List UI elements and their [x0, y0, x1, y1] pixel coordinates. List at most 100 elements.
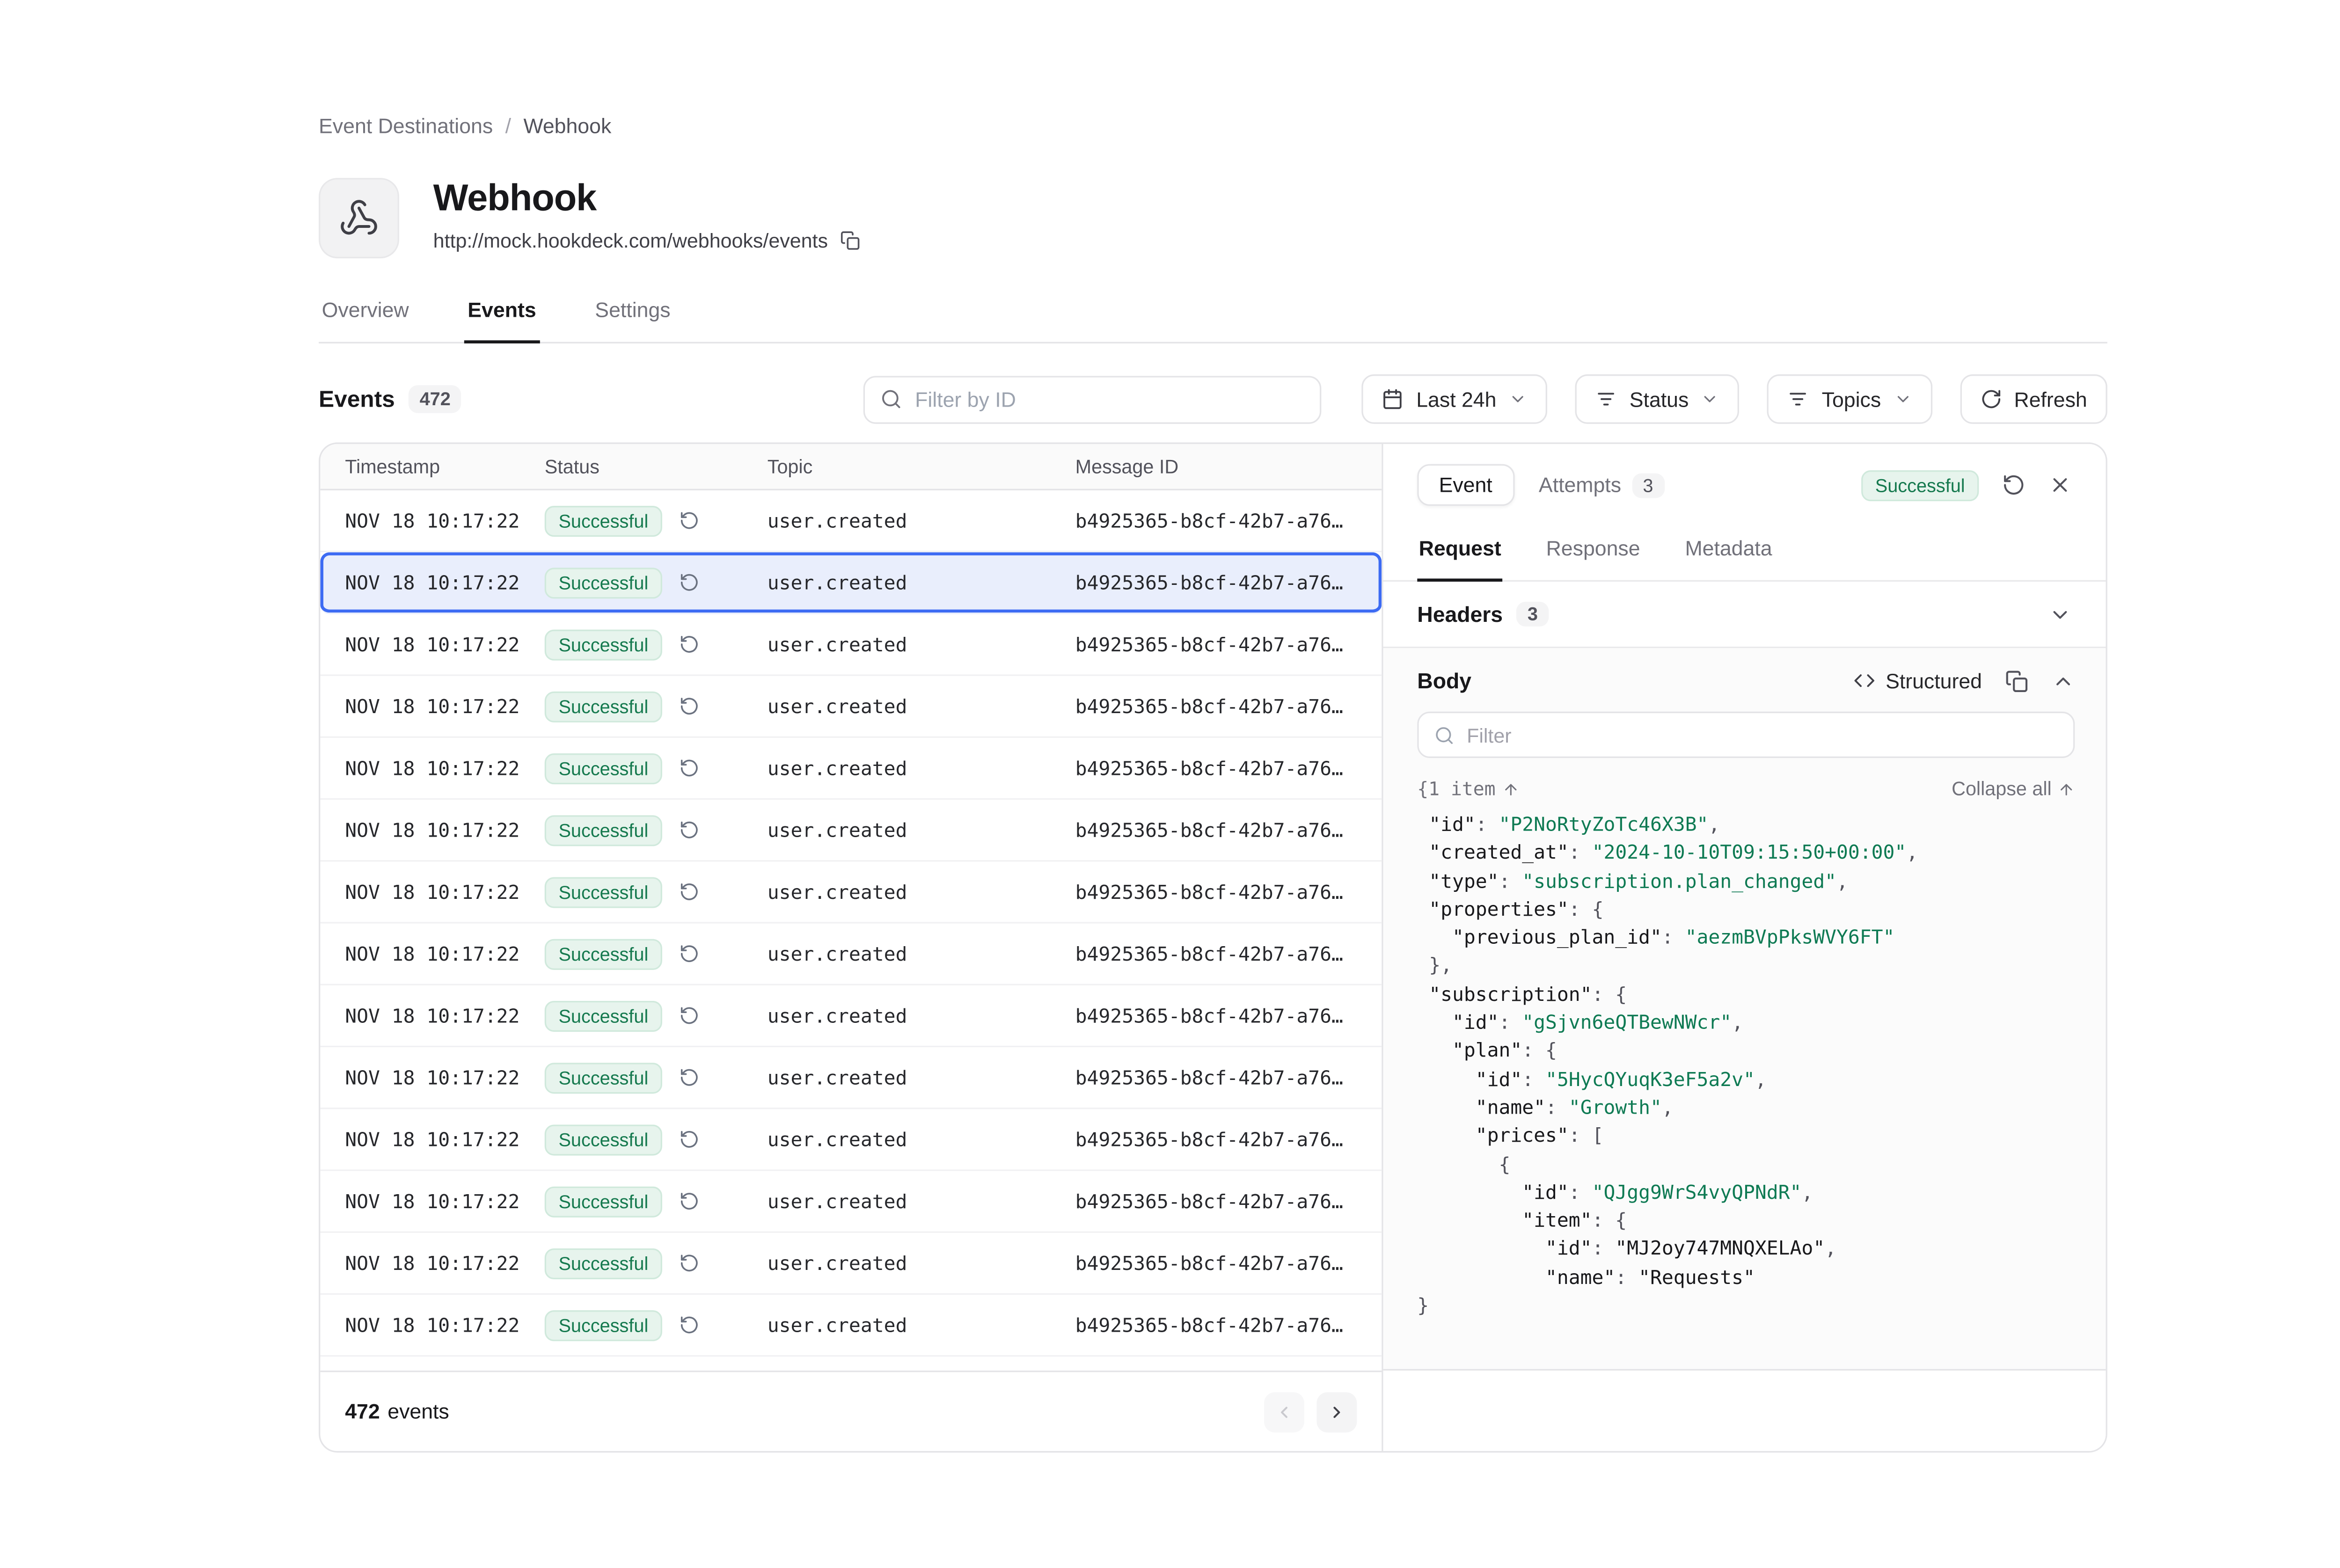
body-section: Body Structured	[1383, 648, 2106, 1371]
row-status-badge: Successful	[545, 1310, 662, 1341]
row-retry-button[interactable]	[679, 820, 699, 840]
row-message-id: b4925365-b8cf-42b7-a76…	[1075, 1189, 1382, 1213]
json-line: "name": "Requests"	[1417, 1263, 2075, 1291]
row-status-badge: Successful	[545, 691, 662, 722]
json-line: "properties": {	[1417, 896, 2075, 924]
copy-body-button[interactable]	[2005, 669, 2029, 693]
row-timestamp: NOV 18 10:17:22	[320, 694, 544, 718]
subtab-response[interactable]: Response	[1544, 523, 1642, 582]
body-filter-input[interactable]	[1467, 723, 2058, 747]
table-row[interactable]: NOV 18 10:17:22Successfuluser.createdb49…	[320, 676, 1382, 738]
row-topic: user.created	[768, 1066, 1075, 1089]
prev-page-button[interactable]	[1264, 1392, 1304, 1432]
row-retry-button[interactable]	[679, 1129, 699, 1149]
app: Event Destinations / Webhook Webhook htt…	[0, 0, 2340, 1567]
table-row[interactable]: NOV 18 10:17:22Successfuluser.createdb49…	[320, 614, 1382, 676]
row-retry-button[interactable]	[679, 1191, 699, 1211]
headers-section[interactable]: Headers 3	[1383, 582, 2106, 648]
filter-by-id-search[interactable]	[864, 375, 1322, 423]
retry-icon	[679, 1191, 699, 1211]
table-row[interactable]: NOV 18 10:17:22Successfuluser.createdb49…	[320, 1357, 1382, 1371]
subtab-metadata[interactable]: Metadata	[1683, 523, 1774, 582]
row-retry-button[interactable]	[679, 572, 699, 592]
row-retry-button[interactable]	[679, 1315, 699, 1335]
body-collapse-button[interactable]	[2052, 669, 2075, 693]
refresh-button[interactable]: Refresh	[1960, 374, 2107, 424]
row-timestamp: NOV 18 10:17:22	[320, 1313, 544, 1337]
row-timestamp: NOV 18 10:17:22	[320, 571, 544, 594]
copy-url-button[interactable]	[840, 231, 860, 251]
row-topic: user.created	[768, 509, 1075, 532]
json-viewer: "id": "P2NoRtyZoTc46X3B", "created_at": …	[1417, 810, 2075, 1320]
status-filter-button[interactable]: Status	[1575, 374, 1740, 424]
row-timestamp: NOV 18 10:17:22	[320, 509, 544, 532]
row-retry-button[interactable]	[679, 1006, 699, 1026]
topics-filter-button[interactable]: Topics	[1768, 374, 1932, 424]
table-row[interactable]: NOV 18 10:17:22Successfuluser.createdb49…	[320, 985, 1382, 1047]
row-retry-button[interactable]	[679, 511, 699, 531]
retry-icon	[679, 944, 699, 964]
json-items-toggle[interactable]: {1 item	[1417, 778, 1519, 800]
search-icon	[881, 388, 902, 410]
row-message-id: b4925365-b8cf-42b7-a76…	[1075, 1066, 1382, 1089]
table-row[interactable]: NOV 18 10:17:22Successfuluser.createdb49…	[320, 924, 1382, 985]
table-row[interactable]: NOV 18 10:17:22Successfuluser.createdb49…	[320, 800, 1382, 861]
filter-lines-icon	[1788, 388, 1809, 410]
page-header: Webhook http://mock.hookdeck.com/webhook…	[319, 178, 2107, 258]
table-row[interactable]: NOV 18 10:17:22Successfuluser.createdb49…	[320, 1109, 1382, 1171]
column-header: Timestamp	[320, 456, 544, 477]
breadcrumb-event-destinations[interactable]: Event Destinations	[319, 115, 493, 138]
refresh-icon	[1980, 388, 2002, 410]
table-header: TimestampStatusTopicMessage ID	[320, 444, 1382, 490]
tab-overview[interactable]: Overview	[319, 299, 412, 342]
row-status-badge: Successful	[545, 815, 662, 846]
attempts-tab[interactable]: Attempts 3	[1539, 473, 1664, 497]
collapse-all-button[interactable]: Collapse all	[1952, 778, 2075, 800]
event-detail-panel: Event Attempts 3 Successful	[1383, 444, 2106, 1451]
breadcrumb-current: Webhook	[524, 115, 612, 138]
retry-icon	[679, 634, 699, 654]
row-retry-button[interactable]	[679, 696, 699, 716]
chevron-left-icon	[1275, 1402, 1294, 1421]
code-icon	[1853, 670, 1875, 691]
row-retry-button[interactable]	[679, 634, 699, 654]
table-row[interactable]: NOV 18 10:17:22Successfuluser.createdb49…	[320, 738, 1382, 800]
row-retry-button[interactable]	[679, 758, 699, 778]
headers-label: Headers	[1417, 602, 1503, 627]
tab-events[interactable]: Events	[465, 299, 540, 342]
json-line: "previous_plan_id": "aezmBVpPksWVY6FT"	[1417, 924, 2075, 952]
row-retry-button[interactable]	[679, 1253, 699, 1273]
table-row[interactable]: NOV 18 10:17:22Successfuluser.createdb49…	[320, 490, 1382, 552]
row-retry-button[interactable]	[679, 1067, 699, 1087]
subtab-request[interactable]: Request	[1417, 523, 1503, 582]
json-line: "id": "gSjvn6eQTBewNWcr",	[1417, 1009, 2075, 1037]
close-panel-button[interactable]	[2048, 474, 2072, 497]
event-tab[interactable]: Event	[1417, 464, 1514, 506]
structured-toggle[interactable]: Structured	[1853, 669, 1982, 693]
time-range-button[interactable]: Last 24h	[1362, 374, 1548, 424]
table-row[interactable]: NOV 18 10:17:22Successfuluser.createdb49…	[320, 1047, 1382, 1109]
main-tabs: Overview Events Settings	[319, 299, 2107, 343]
table-row[interactable]: NOV 18 10:17:22Successfuluser.createdb49…	[320, 1233, 1382, 1295]
headers-count-badge: 3	[1517, 602, 1549, 627]
row-status-badge: Successful	[545, 876, 662, 907]
headers-expand-button[interactable]	[2048, 603, 2072, 626]
tab-settings[interactable]: Settings	[592, 299, 673, 342]
table-row[interactable]: NOV 18 10:17:22Successfuluser.createdb49…	[320, 861, 1382, 923]
table-row[interactable]: NOV 18 10:17:22Successfuluser.createdb49…	[320, 552, 1382, 614]
table-row[interactable]: NOV 18 10:17:22Successfuluser.createdb49…	[320, 1295, 1382, 1357]
retry-event-button[interactable]	[2002, 474, 2026, 497]
row-topic: user.created	[768, 818, 1075, 842]
chevron-down-icon	[1509, 390, 1528, 408]
row-retry-button[interactable]	[679, 944, 699, 964]
json-line: }	[1417, 1292, 2075, 1320]
next-page-button[interactable]	[1316, 1392, 1357, 1432]
table-row[interactable]: NOV 18 10:17:22Successfuluser.createdb49…	[320, 1171, 1382, 1233]
body-label: Body	[1417, 668, 1471, 693]
filter-by-id-input[interactable]	[915, 387, 1305, 411]
row-retry-button[interactable]	[679, 882, 699, 902]
row-timestamp: NOV 18 10:17:22	[320, 757, 544, 780]
row-status-badge: Successful	[545, 1186, 662, 1217]
body-filter-search[interactable]	[1417, 712, 2075, 758]
chevron-up-icon	[2052, 669, 2075, 693]
